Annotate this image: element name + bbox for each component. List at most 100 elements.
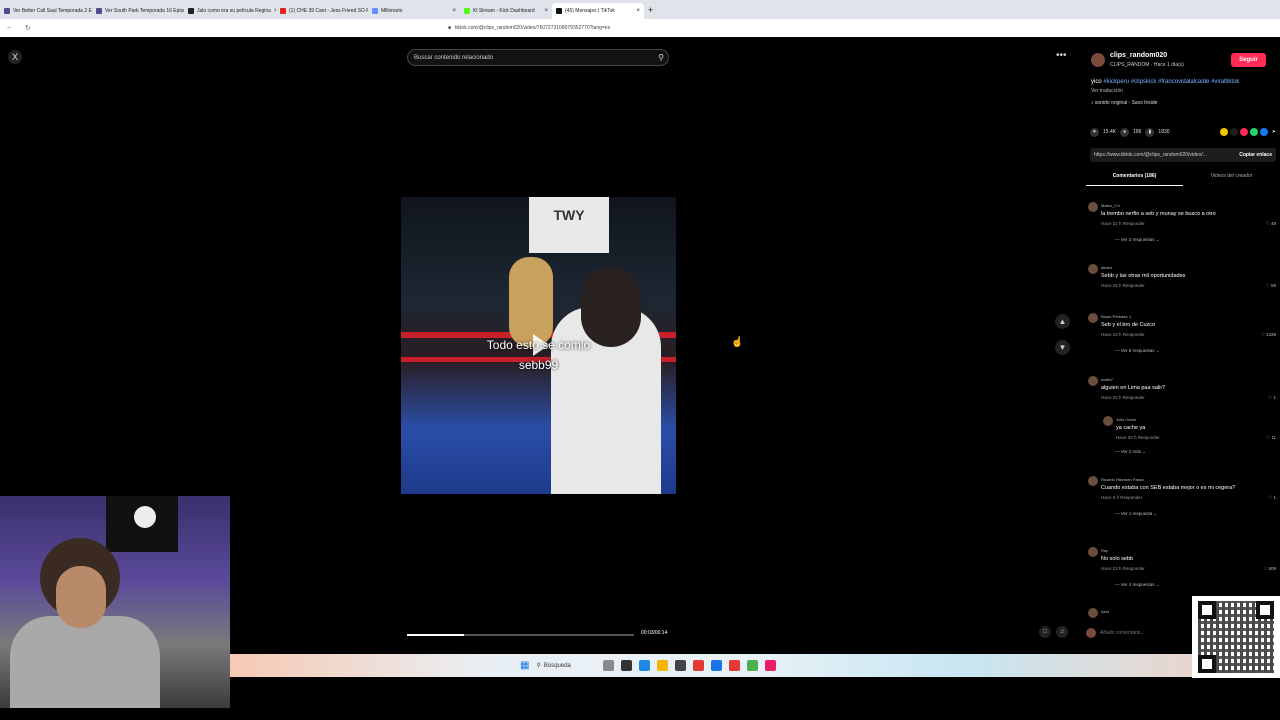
comment-meta[interactable]: Hace 23 h Responder — [1101, 332, 1145, 337]
new-tab-icon[interactable]: + — [648, 5, 653, 15]
video-player[interactable]: TWY Todo esto se comio sebb99 — [401, 197, 676, 494]
reload-icon[interactable]: ↻ — [25, 24, 31, 32]
comment-meta[interactable]: Hace 22 h Responder — [1101, 221, 1145, 226]
previous-video-icon[interactable]: ▲ — [1055, 314, 1070, 329]
hashtags[interactable]: #kickperu #clipskick #francovidalalcalde… — [1103, 79, 1239, 85]
comment-likes[interactable]: ♡ 1 — [1268, 395, 1276, 401]
bookmark-icon[interactable]: ▮ — [1145, 127, 1155, 137]
search-input[interactable]: Buscar contenido relacionado ⚲ — [407, 49, 669, 66]
comment-avatar[interactable] — [1103, 416, 1113, 426]
comment-avatar[interactable] — [1088, 264, 1098, 274]
share-option-icon[interactable] — [1219, 128, 1228, 136]
share-arrow-icon[interactable]: ➤ — [1272, 129, 1276, 135]
tab-label: (1) CHE 39 Cant - Jess Friend SO Real — [289, 8, 368, 14]
video-progress-bar[interactable] — [407, 634, 634, 636]
comment-likes[interactable]: ♡ 58 — [1266, 283, 1276, 289]
comment-avatar[interactable] — [1088, 376, 1098, 386]
comment-likes[interactable]: ♡ 48 — [1266, 221, 1276, 227]
browser-tab[interactable]: Millonario × — [368, 3, 460, 19]
comment-likes[interactable]: ♡ 509 — [1263, 566, 1276, 572]
sound-link[interactable]: ♪ sonido original - Saxx Inside — [1091, 100, 1157, 106]
comment-meta[interactable]: Hace 15 h Responder — [1101, 283, 1145, 288]
share-option-icon[interactable] — [1239, 128, 1248, 136]
tab-close-icon[interactable]: × — [452, 8, 456, 14]
view-replies-link[interactable]: — Ver 2 más ⌄ — [1115, 449, 1146, 455]
creator-avatar[interactable] — [1091, 53, 1105, 67]
browser-tab[interactable]: Kl Stream - Kick Dashboard × — [460, 3, 552, 19]
view-replies-link[interactable]: — Ver 9 respuestas ⌄ — [1115, 348, 1160, 354]
comment-avatar[interactable] — [1088, 202, 1098, 212]
taskbar-app-icon[interactable] — [765, 660, 777, 671]
video-time: 00:03/00:14 — [641, 630, 668, 636]
share-link-url[interactable]: https://www.tiktok.com/@clips_random020/… — [1094, 152, 1207, 158]
browser-tab[interactable]: (45) Mensajes | TikTok × — [552, 3, 644, 19]
comment-likes[interactable]: ♡ 11 — [1266, 435, 1276, 441]
comment-likes[interactable]: ♡ 1 — [1268, 495, 1276, 501]
comment-likes[interactable]: ♡ 1339 — [1261, 332, 1276, 338]
browser-tab[interactable]: Ver Better Call Saul Temporada 2 Epi× — [0, 3, 92, 19]
comment-author[interactable]: aleskz — [1101, 265, 1112, 270]
tab-close-icon[interactable]: × — [544, 8, 548, 14]
comment-meta[interactable]: Hace 22 h Responder — [1101, 395, 1145, 400]
comment-avatar[interactable] — [1088, 313, 1098, 323]
url-field[interactable]: ■ tiktok.com/@clips_random020/video/7607… — [448, 22, 838, 34]
tab-comments[interactable]: Comentarios (186) — [1086, 170, 1183, 186]
taskbar-app-icon[interactable] — [693, 660, 705, 671]
view-replies-link[interactable]: — Ver 1 respuesta ⌄ — [1115, 511, 1157, 517]
comment-author[interactable]: Julio César — [1116, 417, 1136, 422]
comment-author[interactable]: Ricardo Hiseman Passo — [1101, 477, 1144, 482]
taskbar-app-icon[interactable] — [747, 660, 759, 671]
comment-avatar[interactable] — [1088, 547, 1098, 557]
comment-input[interactable]: Añadir comentario... — [1086, 626, 1196, 640]
taskbar-icons: ▦ ⚲ Búsqueda — [520, 659, 777, 672]
browser-tab[interactable]: Ver South Park Temporada 16 Episo× — [92, 3, 184, 19]
more-options-icon[interactable]: ••• — [1056, 50, 1067, 61]
comment-author[interactable]: Bryan Pedraza :) — [1101, 314, 1131, 319]
comment-avatar[interactable] — [1088, 476, 1098, 486]
comment-meta[interactable]: Hace 5 h Responder — [1101, 495, 1142, 500]
view-replies-link[interactable]: — Ver 2 respuestas ⌄ — [1115, 237, 1160, 243]
browser-tab[interactable]: (1) CHE 39 Cant - Jess Friend SO Real× — [276, 3, 368, 19]
search-icon: ⚲ — [536, 663, 541, 669]
next-video-icon[interactable]: ▼ — [1055, 340, 1070, 355]
taskbar-app-icon[interactable] — [639, 660, 651, 671]
comment-meta[interactable]: Hace 23 h Responder — [1101, 566, 1145, 571]
comment-author[interactable]: Mateo_2.0 — [1101, 203, 1120, 208]
search-icon[interactable]: ⚲ — [658, 53, 664, 62]
taskbar-app-icon[interactable] — [603, 660, 615, 671]
taskbar-app-icon[interactable] — [657, 660, 669, 671]
taskbar-search[interactable]: ⚲ Búsqueda — [536, 659, 596, 672]
comment-author[interactable]: Ray — [1101, 548, 1108, 553]
comment-avatar[interactable] — [1088, 608, 1098, 618]
share-option-icon[interactable] — [1229, 128, 1238, 136]
taskbar-app-icon[interactable] — [729, 660, 741, 671]
copy-link-button[interactable]: Copiar enlace — [1239, 152, 1272, 158]
view-replies-link[interactable]: — Ver 4 respuestas ⌄ — [1115, 582, 1160, 588]
share-option-icon[interactable] — [1249, 128, 1258, 136]
browser-tab[interactable]: Jalo como era su película Regina × — [184, 3, 276, 19]
tab-close-icon[interactable]: × — [636, 8, 640, 14]
tab-favicon — [188, 8, 194, 14]
comment-icon[interactable]: ● — [1120, 127, 1130, 137]
volume-icon[interactable]: ♫ — [1056, 626, 1068, 638]
taskbar-app-icon[interactable] — [711, 660, 723, 671]
share-option-icon[interactable] — [1259, 128, 1268, 136]
comment-author[interactable]: mafia7 — [1101, 377, 1113, 382]
close-icon[interactable]: X — [8, 50, 22, 64]
heart-icon[interactable]: ♥ — [1090, 127, 1099, 137]
ring-sign: TWY — [529, 197, 609, 253]
tab-creator-videos[interactable]: Videos del creador — [1183, 170, 1280, 186]
comment-author[interactable]: Abel — [1101, 609, 1109, 614]
start-icon[interactable]: ▦ — [520, 660, 529, 671]
back-icon[interactable]: ← — [6, 24, 13, 32]
creator-username[interactable]: clips_random020 — [1110, 52, 1167, 59]
taskbar-app-icon[interactable] — [621, 660, 633, 671]
comment-meta[interactable]: Hace 20 h Responder — [1116, 435, 1160, 440]
translate-link[interactable]: Ver traducción — [1091, 88, 1123, 94]
tab-favicon — [556, 8, 562, 14]
comments-count: 186 — [1133, 129, 1142, 135]
float-player-icon[interactable]: □ — [1039, 626, 1051, 638]
panel-tabs: Comentarios (186) Videos del creador — [1086, 170, 1280, 186]
taskbar-app-icon[interactable] — [675, 660, 687, 671]
follow-button[interactable]: Seguir — [1231, 53, 1266, 67]
